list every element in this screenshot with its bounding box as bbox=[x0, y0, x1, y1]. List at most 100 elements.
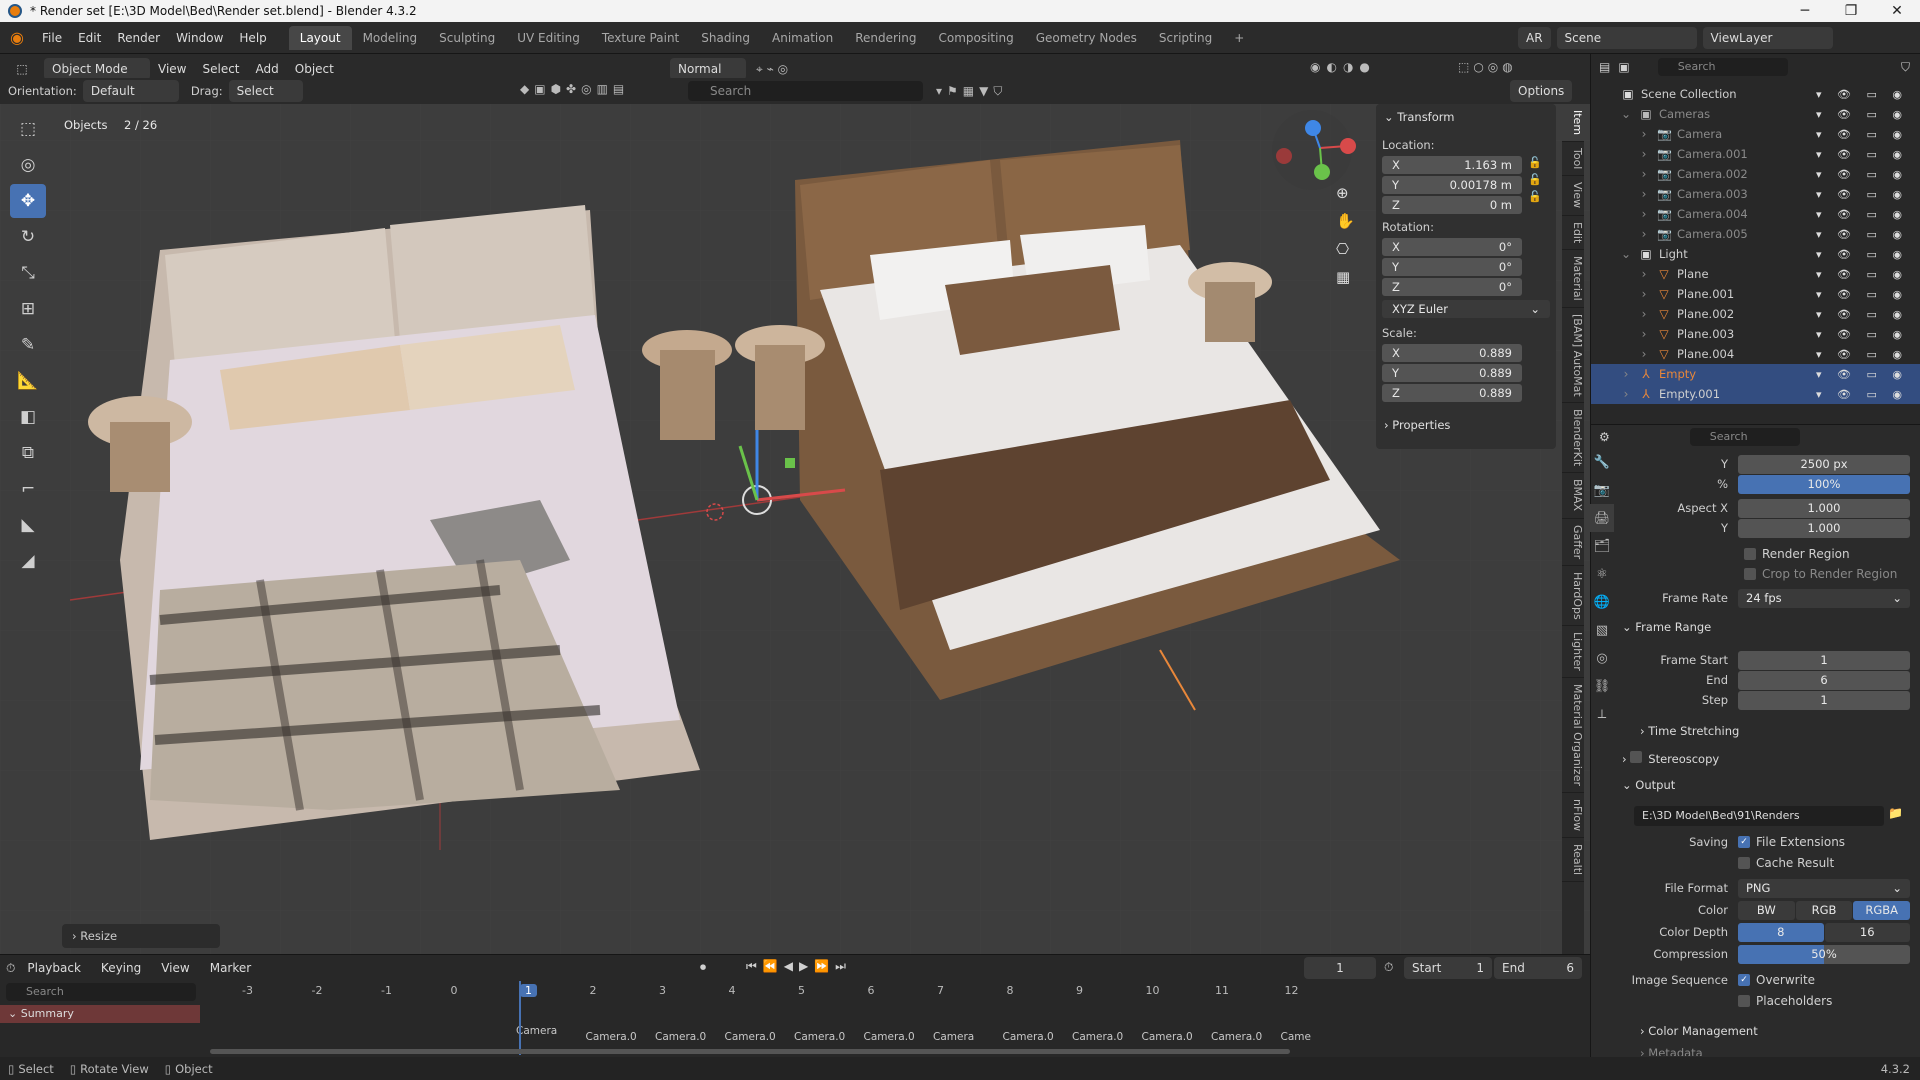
timeline-marker[interactable]: Camera bbox=[933, 1031, 974, 1043]
visibility-toggles-icon[interactable]: ▾ 👁 ▭ ◉ bbox=[1816, 228, 1908, 241]
expand-arrow-icon[interactable]: › bbox=[1637, 227, 1651, 241]
timeline-marker[interactable]: Camera.0 bbox=[1072, 1031, 1123, 1043]
outliner-item-plane[interactable]: › ▽ Plane.002 ▾ 👁 ▭ ◉ bbox=[1591, 304, 1920, 324]
compression-slider[interactable]: 50% bbox=[1738, 944, 1910, 964]
tab-scripting[interactable]: Scripting bbox=[1148, 26, 1223, 50]
filter-icon[interactable]: ⛉ bbox=[1901, 60, 1910, 75]
menu-edit[interactable]: Edit bbox=[70, 22, 109, 54]
lock-icon[interactable]: 🔓 bbox=[1528, 190, 1542, 203]
close-icon[interactable]: ✕ bbox=[1874, 0, 1920, 22]
viewport-shading-icon[interactable]: ◉◐◑● bbox=[1310, 60, 1376, 74]
properties-subpanel[interactable]: Properties bbox=[1392, 418, 1450, 432]
mode-selector[interactable]: Object Mode bbox=[44, 58, 150, 80]
expand-arrow-icon[interactable]: › bbox=[1637, 127, 1651, 141]
tool-properties-icon[interactable]: 🔧 bbox=[1590, 448, 1614, 476]
outliner-collection-light[interactable]: ⌄ ▣ Light ▾ 👁 ▭ ◉ bbox=[1591, 244, 1920, 264]
move-tool-icon[interactable]: ✥ bbox=[10, 184, 46, 218]
expand-arrow-icon[interactable]: › bbox=[1619, 387, 1633, 401]
menu-file[interactable]: File bbox=[34, 22, 70, 54]
playhead[interactable] bbox=[519, 981, 521, 1055]
drag-selector[interactable]: Select Box bbox=[228, 80, 303, 120]
tab-shading[interactable]: Shading bbox=[690, 26, 761, 50]
outliner-item-camera[interactable]: › 📷 Camera.004 ▾ 👁 ▭ ◉ bbox=[1591, 204, 1920, 224]
tab-rendering[interactable]: Rendering bbox=[844, 26, 927, 50]
stereoscopy-check[interactable] bbox=[1630, 751, 1643, 763]
timeline-marker[interactable]: Camera.0 bbox=[586, 1031, 637, 1043]
tab-material[interactable]: Material bbox=[1562, 250, 1584, 308]
menu-timeline-view[interactable]: View bbox=[153, 952, 197, 984]
expand-arrow-icon[interactable]: ⌄ bbox=[1619, 107, 1633, 121]
transform-tool-icon[interactable]: ⊞ bbox=[10, 292, 46, 326]
overlay-icon[interactable]: ⬚○◎◍ bbox=[1458, 60, 1517, 74]
outliner-item-camera[interactable]: › 📷 Camera.003 ▾ 👁 ▭ ◉ bbox=[1591, 184, 1920, 204]
render-region-checkbox[interactable]: Render Region bbox=[1744, 544, 1914, 564]
tab-compositing[interactable]: Compositing bbox=[927, 26, 1024, 50]
tab-sculpting[interactable]: Sculpting bbox=[428, 26, 506, 50]
tab-animation[interactable]: Animation bbox=[761, 26, 844, 50]
tab-bam-automat[interactable]: [BAM] AutoMat bbox=[1562, 308, 1584, 404]
metadata-panel[interactable]: › Metadata bbox=[1640, 1046, 1703, 1056]
blender-menu-icon[interactable]: ◉ bbox=[0, 28, 34, 47]
visibility-toggles-icon[interactable]: ▾ 👁 ▭ ◉ bbox=[1816, 88, 1908, 101]
tab-hardops[interactable]: HardOps bbox=[1562, 566, 1584, 627]
frame-step-field[interactable]: 1 bbox=[1738, 690, 1910, 710]
expand-arrow-icon[interactable]: › bbox=[1637, 167, 1651, 181]
world-properties-icon[interactable]: 🌐 bbox=[1590, 588, 1614, 616]
outliner-item-plane[interactable]: › ▽ Plane ▾ 👁 ▭ ◉ bbox=[1591, 264, 1920, 284]
viewlayer-selector[interactable]: ViewLayer bbox=[1702, 27, 1833, 49]
pivot-orientation-selector[interactable]: Normal bbox=[670, 58, 746, 80]
aspect-x-field[interactable]: 1.000 bbox=[1738, 498, 1910, 518]
tab-realtl[interactable]: Realtl bbox=[1562, 838, 1584, 883]
measure-tool-icon[interactable]: 📐 bbox=[10, 364, 46, 398]
end-frame-field[interactable]: End 6 bbox=[1494, 957, 1582, 979]
expand-arrow-icon[interactable]: › bbox=[1637, 307, 1651, 321]
visibility-toggles-icon[interactable]: ▾ 👁 ▭ ◉ bbox=[1816, 388, 1908, 401]
timeline-marker[interactable]: Camera.0 bbox=[655, 1031, 706, 1043]
menu-render[interactable]: Render bbox=[109, 22, 168, 54]
outliner-collection-cameras[interactable]: ⌄ ▣ Cameras ▾ 👁 ▭ ◉ bbox=[1591, 104, 1920, 124]
object-properties-icon[interactable]: ▧ bbox=[1590, 616, 1614, 644]
expand-arrow-icon[interactable] bbox=[1601, 87, 1615, 101]
location-z-field[interactable]: Z0 m bbox=[1382, 196, 1522, 214]
ortho-grid-icon[interactable]: ▦ bbox=[1336, 268, 1355, 286]
outliner-item-plane[interactable]: › ▽ Plane.004 ▾ 👁 ▭ ◉ bbox=[1591, 344, 1920, 364]
output-path-field[interactable]: E:\3D Model\Bed\91\Renders bbox=[1634, 806, 1884, 826]
properties-editor-type-icon[interactable]: ⚙ bbox=[1599, 430, 1610, 444]
viewport-search-input[interactable]: Search bbox=[688, 81, 923, 101]
render-properties-icon[interactable]: 📷 bbox=[1590, 476, 1614, 504]
object-type-visibility-icon[interactable]: ◆▣⬢✤◎▥▤ bbox=[520, 82, 629, 96]
color-rgb-button[interactable]: RGB bbox=[1795, 900, 1853, 920]
extrude-tool-icon[interactable]: ⧉ bbox=[10, 436, 46, 470]
outliner-item-empty-001[interactable]: › ⅄ Empty.001 ▾ 👁 ▭ ◉ bbox=[1591, 384, 1920, 404]
tab-layout[interactable]: Layout bbox=[288, 25, 352, 50]
tab-geometry-nodes[interactable]: Geometry Nodes bbox=[1025, 26, 1148, 50]
outliner-item-plane[interactable]: › ▽ Plane.001 ▾ 👁 ▭ ◉ bbox=[1591, 284, 1920, 304]
orientation-selector[interactable]: Default bbox=[82, 80, 179, 102]
outliner-item-camera[interactable]: › 📷 Camera.005 ▾ 👁 ▭ ◉ bbox=[1591, 224, 1920, 244]
timeline-marker[interactable]: Camera.0 bbox=[1003, 1031, 1054, 1043]
add-cube-tool-icon[interactable]: ◧ bbox=[10, 400, 46, 434]
frame-range-panel[interactable]: ⌄ Frame Range bbox=[1622, 620, 1711, 634]
filter-icon[interactable]: ▾⚑▦▼⛉ bbox=[936, 84, 1007, 99]
timeline-search-input[interactable]: Search bbox=[6, 983, 196, 1001]
visibility-toggles-icon[interactable]: ▾ 👁 ▭ ◉ bbox=[1816, 368, 1908, 381]
frame-rate-selector[interactable]: 24 fps ⌄ bbox=[1738, 588, 1910, 608]
cache-result-check[interactable] bbox=[1738, 857, 1750, 869]
tab-uv-editing[interactable]: UV Editing bbox=[506, 26, 591, 50]
outliner-search-input[interactable]: Search bbox=[1657, 58, 1788, 76]
visibility-toggles-icon[interactable]: ▾ 👁 ▭ ◉ bbox=[1816, 168, 1908, 181]
maximize-icon[interactable]: ❐ bbox=[1828, 0, 1874, 22]
physics-icon[interactable]: ◎ bbox=[1590, 644, 1614, 672]
tab-item[interactable]: Item bbox=[1562, 104, 1584, 143]
frame-end-field[interactable]: 6 bbox=[1738, 670, 1910, 690]
timeline-editor-icon[interactable]: ⏱ bbox=[6, 961, 15, 976]
timeline-marker[interactable]: Camera bbox=[516, 1025, 557, 1037]
tab-blenderkit[interactable]: BlenderKit bbox=[1562, 403, 1584, 474]
expand-arrow-icon[interactable]: › bbox=[1637, 327, 1651, 341]
tab-view[interactable]: View bbox=[1562, 176, 1584, 216]
location-y-field[interactable]: Y 0.00178 m bbox=[1382, 176, 1522, 194]
knife-tool-icon[interactable]: ◣ bbox=[10, 508, 46, 542]
playback-controls-icon[interactable]: ⏮⏪◀▶⏩⏭ bbox=[746, 959, 852, 974]
rotation-mode-selector[interactable]: XYZ Euler ⌄ bbox=[1382, 300, 1550, 318]
properties-search-input[interactable]: Search bbox=[1689, 428, 1800, 446]
